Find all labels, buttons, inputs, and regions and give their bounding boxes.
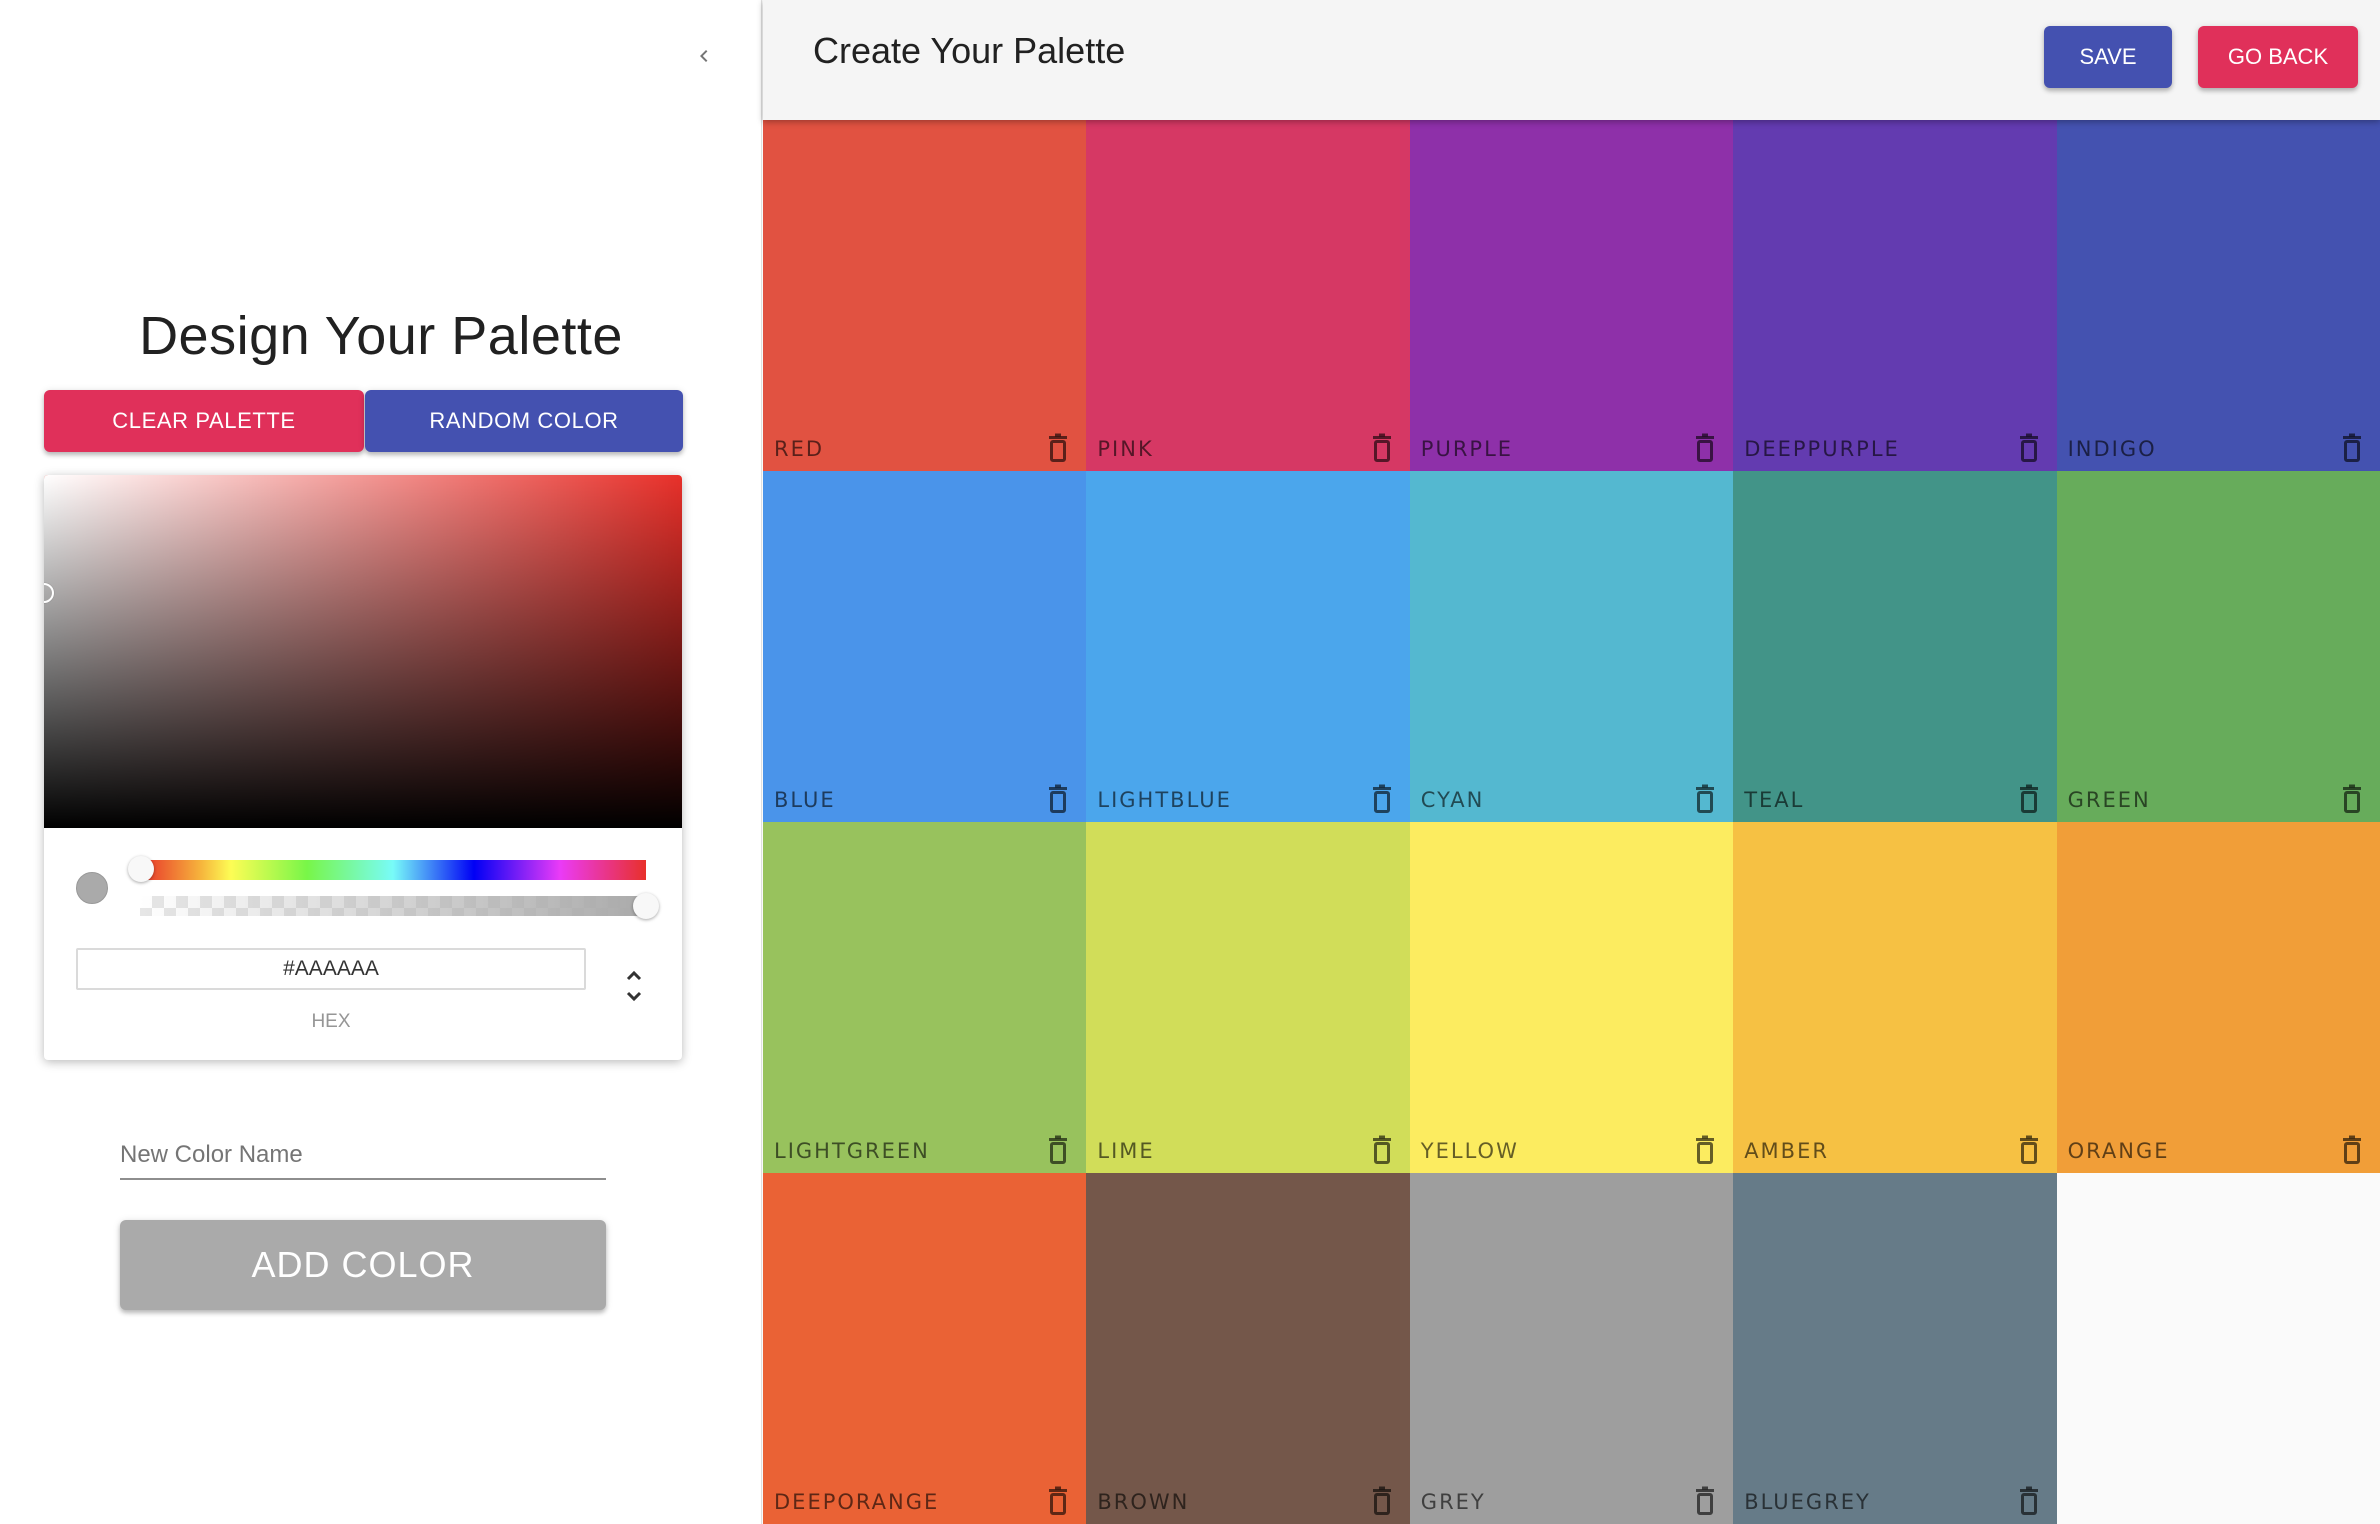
alpha-slider[interactable] xyxy=(140,896,646,916)
color-preview-swatch xyxy=(76,872,108,904)
color-box-lime[interactable]: lime xyxy=(1086,822,1410,1173)
delete-icon[interactable] xyxy=(1046,433,1070,463)
color-box-indigo[interactable]: indigo xyxy=(2056,120,2380,471)
hex-input[interactable] xyxy=(76,948,586,990)
page-title: Create Your Palette xyxy=(813,30,1126,71)
color-box-label: lightgreen xyxy=(774,1139,930,1163)
color-box-purple[interactable]: purple xyxy=(1409,120,1734,471)
color-box-green[interactable]: green xyxy=(2056,471,2380,822)
color-box-label: deeporange xyxy=(774,1490,940,1514)
delete-icon[interactable] xyxy=(1046,1135,1070,1165)
color-box-cyan[interactable]: cyan xyxy=(1409,471,1734,822)
color-box-label: grey xyxy=(1420,1490,1486,1514)
color-box-pink[interactable]: pink xyxy=(1086,120,1410,471)
color-box-orange[interactable]: orange xyxy=(2056,822,2380,1173)
color-box-label: red xyxy=(774,437,825,461)
color-box-label: amber xyxy=(1744,1139,1829,1163)
color-box-lightblue[interactable]: lightblue xyxy=(1086,471,1410,822)
collapse-drawer-button[interactable] xyxy=(684,36,724,76)
delete-icon[interactable] xyxy=(1693,433,1717,463)
color-box-deeporange[interactable]: deeporange xyxy=(763,1173,1087,1524)
color-box-label: purple xyxy=(1420,437,1514,461)
delete-icon[interactable] xyxy=(2017,784,2041,814)
color-box-bluegrey[interactable]: bluegrey xyxy=(1733,1173,2057,1524)
hex-format-label: HEX xyxy=(311,1011,351,1032)
palette-grid: red pink purple deeppurple indigo xyxy=(763,120,2380,1524)
saturation-area[interactable] xyxy=(44,475,682,828)
color-box-teal[interactable]: teal xyxy=(1733,471,2057,822)
color-box-label: bluegrey xyxy=(1744,1490,1871,1514)
go-back-button[interactable]: Go Back xyxy=(2198,26,2358,88)
color-box-label: teal xyxy=(1744,788,1805,812)
chevron-up-down-icon xyxy=(626,970,642,1002)
delete-icon[interactable] xyxy=(1370,784,1394,814)
alpha-slider-thumb[interactable] xyxy=(633,893,659,919)
color-box-blue[interactable]: blue xyxy=(763,471,1087,822)
color-box-deeppurple[interactable]: deeppurple xyxy=(1733,120,2057,471)
color-box-amber[interactable]: amber xyxy=(1733,822,2057,1173)
delete-icon[interactable] xyxy=(2017,1486,2041,1516)
color-box-label: cyan xyxy=(1420,788,1485,812)
color-box-label: yellow xyxy=(1420,1139,1519,1163)
delete-icon[interactable] xyxy=(1370,1486,1394,1516)
app-bar: Create Your Palette Save Go Back xyxy=(763,0,2380,120)
delete-icon[interactable] xyxy=(1370,433,1394,463)
color-box-label: blue xyxy=(774,788,836,812)
sidebar-drawer: Design Your Palette Clear Palette Random… xyxy=(0,0,762,1524)
color-box-brown[interactable]: brown xyxy=(1086,1173,1410,1524)
color-box-grey[interactable]: grey xyxy=(1409,1173,1734,1524)
delete-icon[interactable] xyxy=(1370,1135,1394,1165)
color-box-label: brown xyxy=(1097,1490,1190,1514)
format-toggle-button[interactable] xyxy=(622,967,646,1007)
delete-icon[interactable] xyxy=(1046,784,1070,814)
delete-icon[interactable] xyxy=(2017,1135,2041,1165)
color-picker: HEX xyxy=(44,475,682,1060)
hue-slider[interactable] xyxy=(140,860,646,880)
clear-palette-button[interactable]: Clear Palette xyxy=(44,390,364,452)
delete-icon[interactable] xyxy=(2017,433,2041,463)
hue-slider-thumb[interactable] xyxy=(128,856,154,882)
color-box-label: deeppurple xyxy=(1744,437,1900,461)
color-box-lightgreen[interactable]: lightgreen xyxy=(763,822,1087,1173)
add-color-button[interactable]: Add Color xyxy=(120,1220,606,1310)
chevron-left-icon xyxy=(700,50,708,62)
color-box-label: lime xyxy=(1097,1139,1155,1163)
random-color-button[interactable]: Random Color xyxy=(365,390,683,452)
delete-icon[interactable] xyxy=(1046,1486,1070,1516)
saturation-cursor[interactable] xyxy=(44,583,54,603)
delete-icon[interactable] xyxy=(1693,1135,1717,1165)
color-box-label: lightblue xyxy=(1097,788,1232,812)
color-box-label: green xyxy=(2067,788,2151,812)
delete-icon[interactable] xyxy=(1693,784,1717,814)
delete-icon[interactable] xyxy=(2340,1135,2364,1165)
color-box-yellow[interactable]: yellow xyxy=(1409,822,1734,1173)
color-box-label: pink xyxy=(1097,437,1154,461)
color-box-label: indigo xyxy=(2067,437,2157,461)
delete-icon[interactable] xyxy=(2340,433,2364,463)
delete-icon[interactable] xyxy=(2340,784,2364,814)
delete-icon[interactable] xyxy=(1693,1486,1717,1516)
save-button[interactable]: Save xyxy=(2044,26,2172,88)
color-box-red[interactable]: red xyxy=(763,120,1087,471)
color-box-label: orange xyxy=(2067,1139,2170,1163)
drawer-title: Design Your Palette xyxy=(139,306,623,366)
new-color-name-input[interactable] xyxy=(120,1122,606,1180)
